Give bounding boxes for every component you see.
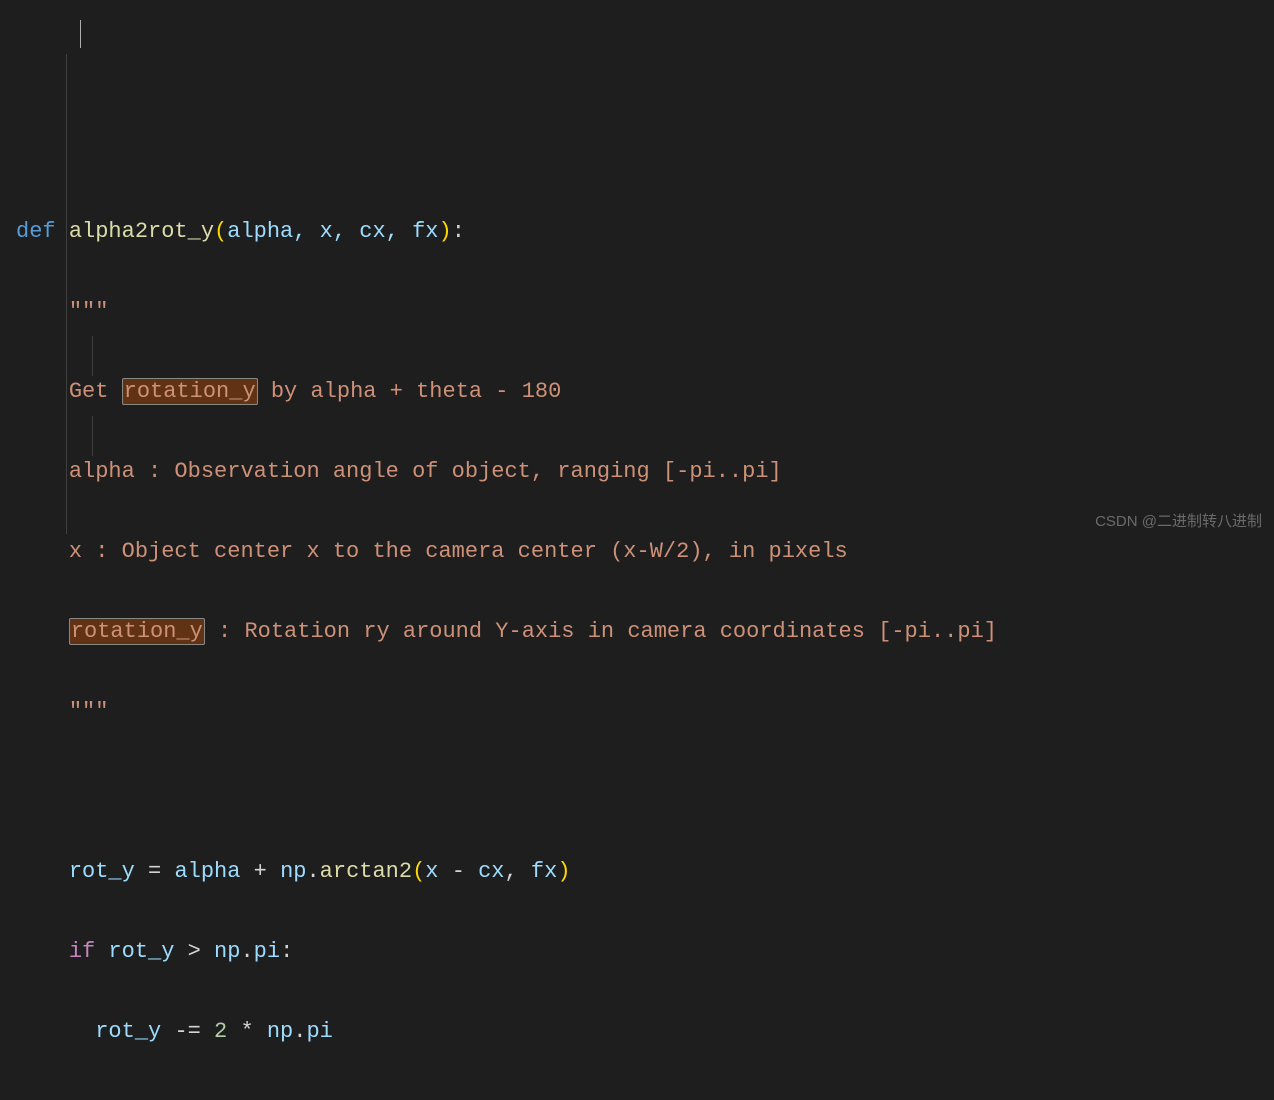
paren: ( xyxy=(214,219,227,244)
code-line: rotation_y : Rotation ry around Y-axis i… xyxy=(16,612,1274,652)
paren: ) xyxy=(438,219,451,244)
module: np xyxy=(214,939,240,964)
dot: . xyxy=(293,1019,306,1044)
indent-guide xyxy=(92,416,93,456)
colon: : xyxy=(293,1099,306,1100)
dot: . xyxy=(306,859,319,884)
module: np xyxy=(280,859,306,884)
code-line: rot_y = alpha + np.arctan2(x - cx, fx) xyxy=(16,852,1274,892)
variable: alpha xyxy=(174,859,240,884)
operator: * xyxy=(240,1019,253,1044)
property: pi xyxy=(267,1099,293,1100)
variable: rot_y xyxy=(108,939,174,964)
docstring-text: by alpha + theta - 180 xyxy=(258,379,562,404)
code-line: if rot_y < -np.pi: xyxy=(16,1092,1274,1100)
variable: cx xyxy=(478,859,504,884)
paren: ) xyxy=(557,859,570,884)
code-line: """ xyxy=(16,692,1274,732)
variable: rot_y xyxy=(95,1019,161,1044)
code-line: Get rotation_y by alpha + theta - 180 xyxy=(16,372,1274,412)
search-highlight: rotation_y xyxy=(69,618,205,645)
module: np xyxy=(227,1099,253,1100)
variable: fx xyxy=(531,859,557,884)
variable: rot_y xyxy=(69,859,135,884)
variable: rot_y xyxy=(108,1099,174,1100)
code-editor[interactable]: def alpha2rot_y(alpha, x, cx, fx): """ G… xyxy=(0,0,1274,1100)
code-line: x : Object center x to the camera center… xyxy=(16,532,1274,572)
code-line: if rot_y > np.pi: xyxy=(16,932,1274,972)
method: arctan2 xyxy=(320,859,412,884)
indent-guide xyxy=(92,336,93,376)
module: np xyxy=(267,1019,293,1044)
code-line: rot_y -= 2 * np.pi xyxy=(16,1012,1274,1052)
docstring-quote: """ xyxy=(69,299,109,324)
operator: - xyxy=(214,1099,227,1100)
operator: -= xyxy=(174,1019,200,1044)
search-highlight: rotation_y xyxy=(122,378,258,405)
property: pi xyxy=(306,1019,332,1044)
docstring-text: x : Object center x to the camera center… xyxy=(69,539,848,564)
colon: : xyxy=(280,939,293,964)
docstring-text: : Rotation ry around Y-axis in camera co… xyxy=(205,619,997,644)
operator: + xyxy=(254,859,267,884)
code-line: def alpha2rot_y(alpha, x, cx, fx): xyxy=(16,212,1274,252)
code-line: alpha : Observation angle of object, ran… xyxy=(16,452,1274,492)
keyword-def: def xyxy=(16,219,56,244)
operator: < xyxy=(188,1099,201,1100)
property: pi xyxy=(254,939,280,964)
indent-guide xyxy=(66,54,67,534)
paren: ( xyxy=(412,859,425,884)
operator: - xyxy=(452,859,465,884)
code-line: """ xyxy=(16,292,1274,332)
keyword-if: if xyxy=(69,1099,95,1100)
comma: , xyxy=(505,859,518,884)
code-line xyxy=(16,772,1274,812)
variable: x xyxy=(425,859,438,884)
number: 2 xyxy=(214,1019,227,1044)
docstring-quote: """ xyxy=(69,699,109,724)
colon: : xyxy=(452,219,465,244)
docstring-text: alpha : Observation angle of object, ran… xyxy=(69,459,782,484)
dot: . xyxy=(240,939,253,964)
params: alpha, x, cx, fx xyxy=(227,219,438,244)
operator: = xyxy=(148,859,161,884)
docstring-text: Get xyxy=(69,379,122,404)
function-name: alpha2rot_y xyxy=(69,219,214,244)
dot: . xyxy=(254,1099,267,1100)
keyword-if: if xyxy=(69,939,95,964)
operator: > xyxy=(188,939,201,964)
watermark: CSDN @二进制转八进制 xyxy=(1095,502,1262,542)
text-cursor xyxy=(80,20,81,48)
